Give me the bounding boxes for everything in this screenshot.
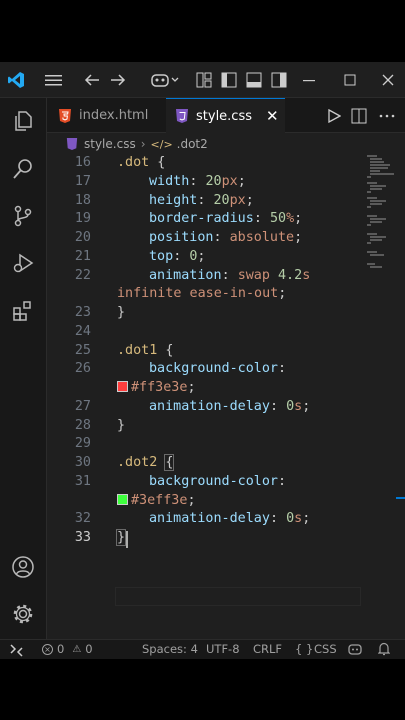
toggle-secondary-sidebar-icon[interactable] [269, 70, 289, 90]
current-line-highlight [115, 587, 361, 606]
code-line-wrapped: infinite ease-in-out; [117, 286, 287, 302]
line-number: 24 [74, 323, 91, 339]
code-line: width: 20px; [149, 173, 246, 189]
line-number: 28 [74, 417, 91, 433]
code-line: animation-delay: 0s; [149, 511, 311, 527]
code-line: position: absolute; [149, 230, 303, 245]
code-line: } [117, 417, 126, 433]
code-line: animation-delay: 0s; [149, 398, 311, 414]
line-number-current: 33 [74, 530, 91, 545]
back-arrow-icon[interactable] [82, 70, 102, 90]
code-line-wrapped: #ff3e3e; [117, 380, 196, 395]
error-count: 0 [57, 642, 65, 656]
forward-arrow-icon[interactable] [108, 70, 128, 90]
breadcrumb-symbol[interactable]: .dot2 [177, 137, 208, 151]
line-number: 30 [74, 455, 91, 470]
code-line: } [117, 305, 126, 320]
line-number: 23 [74, 305, 91, 320]
close-tab-icon[interactable]: ✕ [266, 107, 279, 125]
copilot-status-icon[interactable] [348, 643, 362, 659]
vscode-logo-icon[interactable] [6, 70, 26, 90]
line-number: 32 [74, 511, 91, 527]
tab-label: index.html [79, 108, 149, 123]
problems-indicator[interactable]: × 0 ⚠ 0 [42, 642, 93, 656]
css-file-icon [176, 109, 188, 123]
more-actions-icon[interactable] [377, 106, 397, 126]
notifications-bell-icon[interactable] [377, 642, 391, 659]
line-number: 29 [74, 436, 91, 452]
source-control-icon[interactable] [10, 203, 36, 229]
tab-index-html[interactable]: index.html [47, 98, 166, 133]
code-editor[interactable]: 16 17 18 19 20 21 22 23 24 25 26 27 28 2… [47, 155, 405, 639]
editor-tabs: index.html style.css ✕ [47, 98, 405, 133]
text-cursor [126, 531, 128, 548]
activity-bar [0, 98, 47, 639]
settings-gear-icon[interactable] [10, 601, 36, 627]
breadcrumb-file[interactable]: style.css [84, 137, 136, 151]
color-swatch-red[interactable] [117, 381, 128, 392]
maximize-icon[interactable] [340, 70, 360, 90]
html5-file-icon [59, 108, 71, 123]
tab-label: style.css [196, 108, 252, 124]
code-line: .dot1 { [117, 342, 174, 358]
warning-icon: ⚠ [72, 643, 82, 655]
line-number: 26 [74, 361, 91, 377]
run-debug-icon[interactable] [10, 250, 36, 276]
line-number: 19 [74, 211, 91, 227]
css-selector-icon: </> [150, 137, 173, 151]
close-window-icon[interactable] [378, 70, 398, 90]
search-icon[interactable] [10, 156, 36, 182]
vscode-window: index.html style.css ✕ style.css › </> .… [0, 62, 405, 659]
code-line: background-color: [149, 473, 287, 489]
line-number: 20 [74, 230, 91, 245]
copilot-icon[interactable] [150, 70, 182, 90]
explorer-icon[interactable] [10, 108, 36, 134]
line-number: 16 [74, 155, 91, 170]
line-number: 27 [74, 398, 91, 414]
error-icon: × [42, 643, 53, 655]
title-bar [0, 62, 405, 98]
breadcrumb: style.css › </> .dot2 [47, 133, 405, 155]
line-number: 17 [74, 173, 91, 189]
indentation-status[interactable]: Spaces: 4 [142, 642, 198, 656]
chevron-right-icon: › [140, 137, 146, 151]
minimize-icon[interactable] [299, 70, 319, 90]
line-number: 22 [74, 267, 91, 283]
code-line-current: } [115, 529, 127, 546]
code-line: background-color: [149, 361, 287, 377]
braces-icon[interactable]: { } [295, 642, 313, 656]
css-file-icon [66, 138, 78, 150]
code-line: border-radius: 50%; [149, 211, 303, 227]
encoding-status[interactable]: UTF-8 [206, 642, 240, 656]
code-line: animation: swap 4.2s [149, 267, 311, 283]
eol-status[interactable]: CRLF [253, 642, 282, 656]
code-line: .dot2 { [117, 454, 175, 471]
minimap[interactable] [365, 155, 395, 275]
remote-icon[interactable] [0, 640, 33, 659]
line-number: 18 [74, 192, 91, 208]
extensions-icon[interactable] [10, 298, 36, 324]
tab-style-css[interactable]: style.css ✕ [166, 98, 285, 133]
code-line: .dot { [117, 155, 166, 170]
toggle-sidebar-icon[interactable] [219, 70, 239, 90]
line-number: 21 [74, 248, 91, 264]
run-icon[interactable] [324, 106, 344, 126]
customize-layout-icon[interactable] [194, 70, 214, 90]
color-swatch-green[interactable] [117, 493, 128, 505]
code-line-wrapped: #3eff3e; [117, 493, 196, 508]
line-number: 31 [74, 473, 91, 489]
code-line: height: 20px; [149, 192, 254, 208]
menu-icon[interactable] [43, 70, 63, 90]
line-number: 25 [74, 342, 91, 358]
scrollbar-cursor-marker [396, 497, 405, 499]
split-editor-icon[interactable] [349, 106, 369, 126]
toggle-panel-icon[interactable] [244, 70, 264, 90]
status-bar: × 0 ⚠ 0 Spaces: 4 UTF-8 CRLF { } CSS [0, 639, 405, 659]
account-icon[interactable] [10, 554, 36, 580]
warning-count: 0 [85, 642, 93, 656]
language-mode[interactable]: CSS [314, 642, 337, 656]
code-line: top: 0; [149, 248, 206, 264]
